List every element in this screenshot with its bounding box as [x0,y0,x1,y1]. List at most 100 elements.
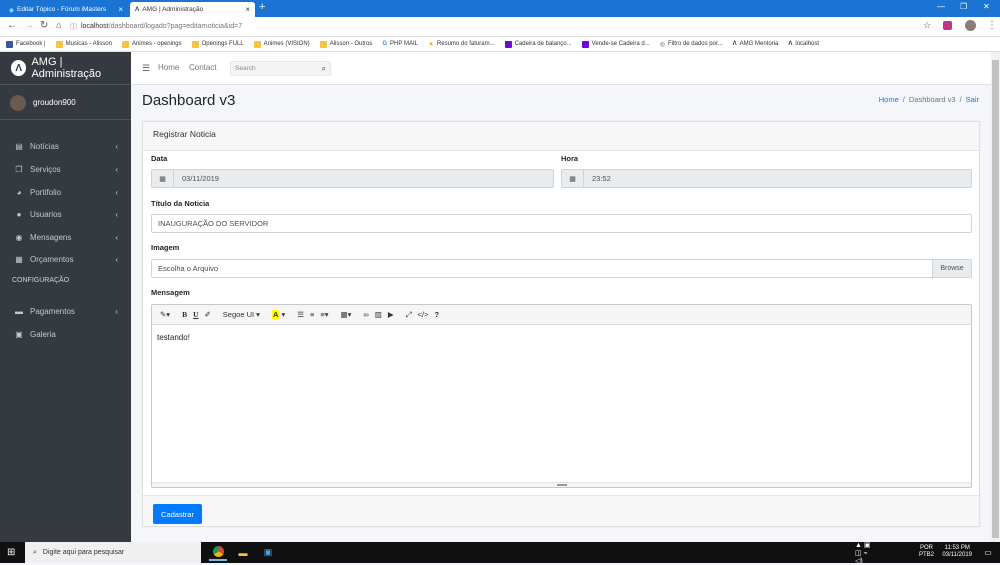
browser-tab-admin[interactable]: Λ AMG | Administração × [130,2,255,17]
sidebar-item-servicos[interactable]: ❐ Serviços ‹ [0,159,131,179]
sidebar-item-label: Notícias [30,141,59,151]
unordered-list-icon[interactable]: ☰ [297,310,304,319]
text-color-icon[interactable]: A ▾ [271,310,285,319]
hamburger-menu-icon[interactable]: ☰ [142,63,150,74]
user-panel[interactable]: groudon900 [0,86,131,120]
address-bar[interactable]: ⓘ localhost /dashboard/logado?pag=editar… [70,19,910,34]
submit-button[interactable]: Cadastrar [153,504,202,524]
font-family-dropdown[interactable]: Segoe UI ▾ [223,310,260,319]
image-file-input[interactable]: Escolha o Arquivo Browse [151,259,972,278]
amg-logo-icon: Λ [11,60,27,76]
fullscreen-icon[interactable]: ⤢ [406,310,412,320]
search-input[interactable]: Search ⌕ [230,61,331,76]
browser-tab-forum[interactable]: ◆ Editar Tópico - Fórum iMasters × [4,2,128,17]
back-icon[interactable]: ← [7,20,17,31]
link-icon[interactable]: ∞ [363,310,368,319]
home-icon[interactable]: ⌂ [56,20,61,30]
tray-icons[interactable]: ▲ ▣ ◫ ⌁ ◁) [855,542,873,565]
title-field[interactable]: INAUGURAÇÃO DO SERVIDOR [151,214,972,233]
top-navbar: ☰ Home Contact Search ⌕ [131,52,991,85]
amg-favicon-icon: Λ [135,6,140,13]
sidebar-item-mensagens[interactable]: ◉ Mensagens ‹ [0,227,131,247]
bookmark[interactable]: Vende-se Cadeira d... [581,40,650,48]
code-view-icon[interactable]: </> [418,310,429,319]
instagram-extension-icon[interactable] [943,21,952,30]
underline-icon[interactable]: U [193,310,198,319]
sidebar-item-label: Serviços [30,164,61,174]
sidebar-item-label: Mensagens [30,232,72,242]
language-indicator[interactable]: POR PTB2 [919,545,934,559]
title-value: INAUGURAÇÃO DO SERVIDOR [158,219,269,228]
sidebar-item-orcamentos[interactable]: ▦ Orçamentos ‹ [0,249,131,269]
time-field[interactable]: ▦ 23:52 [561,169,972,188]
sidebar-item-label: Portifolio [30,187,62,197]
profile-avatar[interactable] [965,20,976,31]
card-footer: Cadastrar [143,495,979,526]
star-icon[interactable]: ☆ [923,20,931,31]
forward-icon[interactable]: → [24,20,34,31]
table-icon[interactable]: ▦▾ [341,310,352,319]
bookmark[interactable]: Openings FULL [191,40,244,48]
menu-icon[interactable]: ⋮ [987,20,997,31]
bookmark[interactable]: G PHP MAIL [382,41,418,47]
minimize-icon[interactable]: — [937,2,945,11]
help-icon[interactable]: ? [434,310,439,319]
bookmark[interactable]: Musicas - Alisson [55,40,112,48]
copy-icon: ❐ [15,164,23,174]
bookmark[interactable]: ▲ Resumo do faturam... [428,41,495,47]
bookmark[interactable]: Λlocalhost [788,41,819,47]
eraser-icon[interactable]: ✐ [205,310,211,319]
chart-pie-icon: ◕ [16,187,22,197]
taskbar-search-input[interactable]: ⌕ Digite aqui para pesquisar [25,542,201,563]
editor-content[interactable]: testando! [157,333,190,342]
restore-icon[interactable]: ❐ [960,2,967,11]
bold-icon[interactable]: B [182,310,187,319]
bookmark[interactable]: ◎ Filtro de dados por... [660,41,723,48]
sidebar-item-galeria[interactable]: ▣ Galeria [0,324,131,344]
bookmark[interactable]: Facebook | [6,40,46,48]
sidebar-item-pagamentos[interactable]: ▬ Pagamentos ‹ [0,301,131,321]
chrome-taskbar-icon[interactable] [209,544,227,561]
clock[interactable]: 11:53 PM 03/11/2019 [942,545,972,559]
notification-center-icon[interactable]: ▭ [979,544,997,561]
breadcrumb-home[interactable]: Home [879,95,899,104]
app-window-icon[interactable]: ▣ [259,544,277,561]
browse-button[interactable]: Browse [932,260,971,277]
reload-icon[interactable]: ↻ [40,20,48,31]
bookmark[interactable]: Λ AMG Mentoria [733,41,779,47]
picture-icon[interactable]: ▨ [375,310,382,319]
editor-resize-handle[interactable] [152,482,971,487]
chevron-left-icon: ‹ [115,254,118,264]
video-icon[interactable]: ▶ [388,310,394,319]
facebook-icon [6,40,13,48]
paragraph-align-icon[interactable]: ≡▾ [320,310,328,319]
new-tab-icon[interactable]: + [259,1,265,13]
date-field[interactable]: ▦ 03/11/2019 [151,169,554,188]
news-form-card: Registrar Noticia Data ▦ 03/11/2019 Hora… [142,121,980,527]
breadcrumb-logout[interactable]: Sair [966,95,979,104]
sidebar-item-usuarios[interactable]: ● Usuarios ‹ [0,204,131,224]
brand-link[interactable]: Λ AMG | Administração [0,52,131,85]
sidebar-item-label: Orçamentos [30,254,74,264]
sidebar-item-noticias[interactable]: ▤ Notícias ‹ [0,136,131,156]
search-icon[interactable]: ⌕ [322,64,326,74]
file-explorer-icon[interactable]: ▬ [234,544,252,561]
nav-home-link[interactable]: Home [158,63,179,72]
bookmark[interactable]: Animes - openings [121,40,182,48]
close-tab-icon[interactable]: × [245,5,250,14]
ordered-list-icon[interactable]: ≡ [310,310,314,319]
close-tab-icon[interactable]: × [118,5,123,14]
tab-title: AMG | Administração [142,6,204,13]
scrollbar-thumb[interactable] [992,60,999,538]
sidebar-item-portifolio[interactable]: ◕ Portifolio ‹ [0,182,131,202]
url-host: localhost [81,23,109,30]
page-scrollbar[interactable] [991,52,1000,542]
nav-contact-link[interactable]: Contact [189,63,217,72]
windows-start-icon[interactable]: ⊞ [7,547,15,558]
magic-wand-icon[interactable]: ✎▾ [160,310,170,319]
bookmark[interactable]: Cadeira de balanço... [504,40,572,48]
close-window-icon[interactable]: ✕ [983,2,990,11]
bookmark[interactable]: Alisson - Outros [319,40,372,48]
bookmark[interactable]: Animes (VISION) [253,40,310,48]
page-title: Dashboard v3 [142,92,236,109]
